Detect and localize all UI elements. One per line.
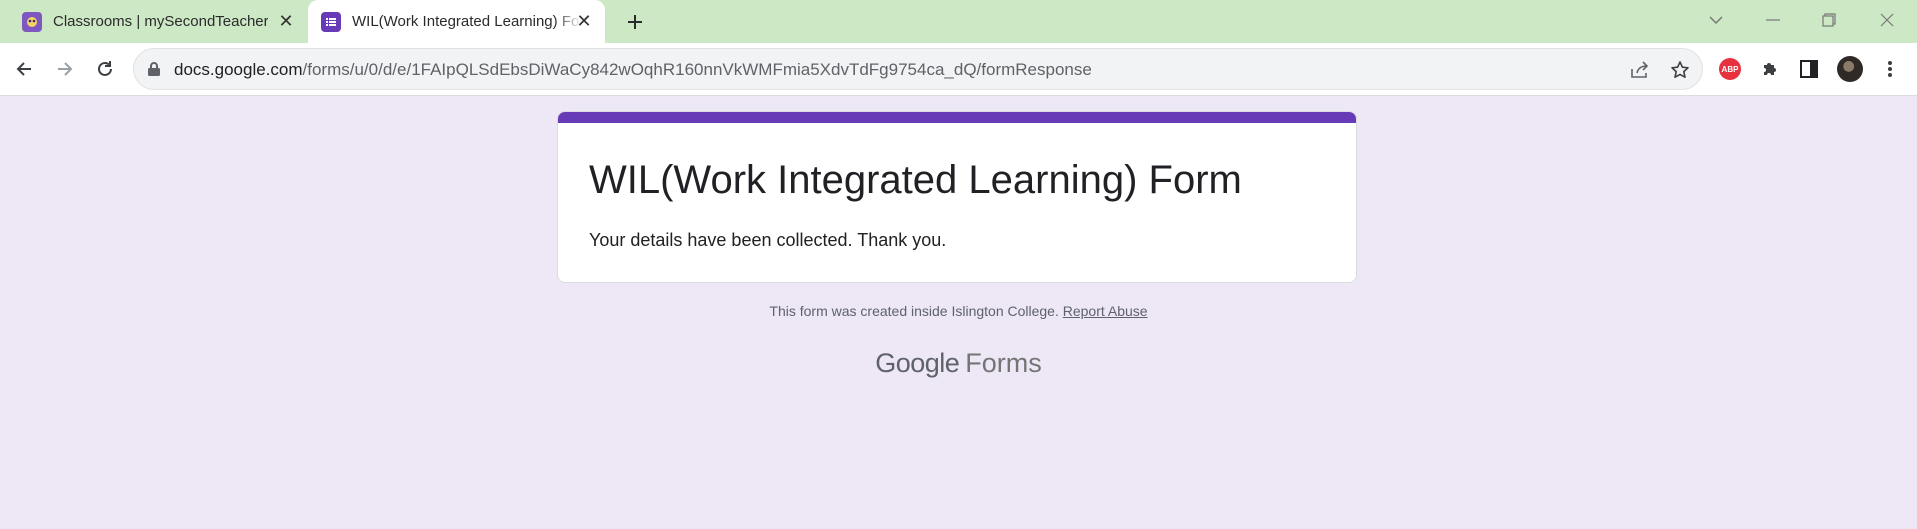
forward-button[interactable] bbox=[51, 55, 79, 83]
url-path: /forms/u/0/d/e/1FAIpQLSdEbsDiWaCy842wOqh… bbox=[302, 60, 1092, 79]
new-tab-button[interactable] bbox=[621, 8, 649, 36]
close-window-button[interactable] bbox=[1871, 6, 1903, 34]
side-panel-icon[interactable] bbox=[1795, 55, 1823, 83]
form-response-card: WIL(Work Integrated Learning) Form Your … bbox=[557, 111, 1357, 283]
footer-note-text: This form was created inside Islington C… bbox=[769, 303, 1059, 319]
report-abuse-link[interactable]: Report Abuse bbox=[1063, 303, 1148, 319]
tab-classrooms[interactable]: Classrooms | mySecondTeacher ✕ bbox=[10, 0, 308, 43]
tab-wil-form[interactable]: WIL(Work Integrated Learning) Form ✕ bbox=[308, 0, 605, 43]
form-title: WIL(Work Integrated Learning) Form bbox=[589, 158, 1242, 202]
bookmark-star-icon[interactable] bbox=[1669, 59, 1691, 81]
footer-note: This form was created inside Islington C… bbox=[0, 303, 1917, 319]
tab-strip: Classrooms | mySecondTeacher ✕ WIL(Work … bbox=[0, 0, 1917, 43]
classroom-favicon-icon bbox=[22, 11, 42, 32]
extensions-puzzle-icon[interactable] bbox=[1756, 55, 1784, 83]
browser-toolbar: docs.google.com/forms/u/0/d/e/1FAIpQLSdE… bbox=[0, 43, 1917, 96]
url-host: docs.google.com bbox=[174, 60, 303, 79]
logo-forms-text: Forms bbox=[965, 348, 1042, 378]
google-forms-logo[interactable]: Google Forms bbox=[0, 348, 1917, 379]
reload-button[interactable] bbox=[91, 55, 119, 83]
address-bar[interactable]: docs.google.com/forms/u/0/d/e/1FAIpQLSdE… bbox=[133, 48, 1703, 90]
back-button[interactable] bbox=[10, 55, 38, 83]
lock-icon[interactable] bbox=[147, 61, 161, 82]
menu-kebab-icon[interactable] bbox=[1876, 55, 1904, 83]
forms-favicon-icon bbox=[321, 11, 341, 32]
adblock-plus-icon[interactable]: ABP bbox=[1716, 55, 1744, 83]
tab-search-chevron-down-icon[interactable] bbox=[1700, 6, 1732, 34]
minimize-button[interactable] bbox=[1757, 6, 1789, 34]
logo-google-text: Google bbox=[875, 348, 960, 378]
tab-title: Classrooms | mySecondTeacher bbox=[53, 13, 268, 30]
share-icon[interactable] bbox=[1629, 59, 1651, 81]
close-icon[interactable]: ✕ bbox=[574, 11, 594, 31]
url-text[interactable]: docs.google.com/forms/u/0/d/e/1FAIpQLSdE… bbox=[174, 60, 1092, 80]
profile-avatar[interactable] bbox=[1836, 55, 1864, 83]
tab-title: WIL(Work Integrated Learning) Form bbox=[352, 13, 582, 30]
avatar bbox=[1837, 56, 1863, 82]
restore-button[interactable] bbox=[1813, 6, 1845, 34]
confirmation-message: Your details have been collected. Thank … bbox=[589, 230, 947, 250]
close-icon[interactable]: ✕ bbox=[276, 11, 296, 31]
card-accent-bar bbox=[558, 112, 1356, 123]
